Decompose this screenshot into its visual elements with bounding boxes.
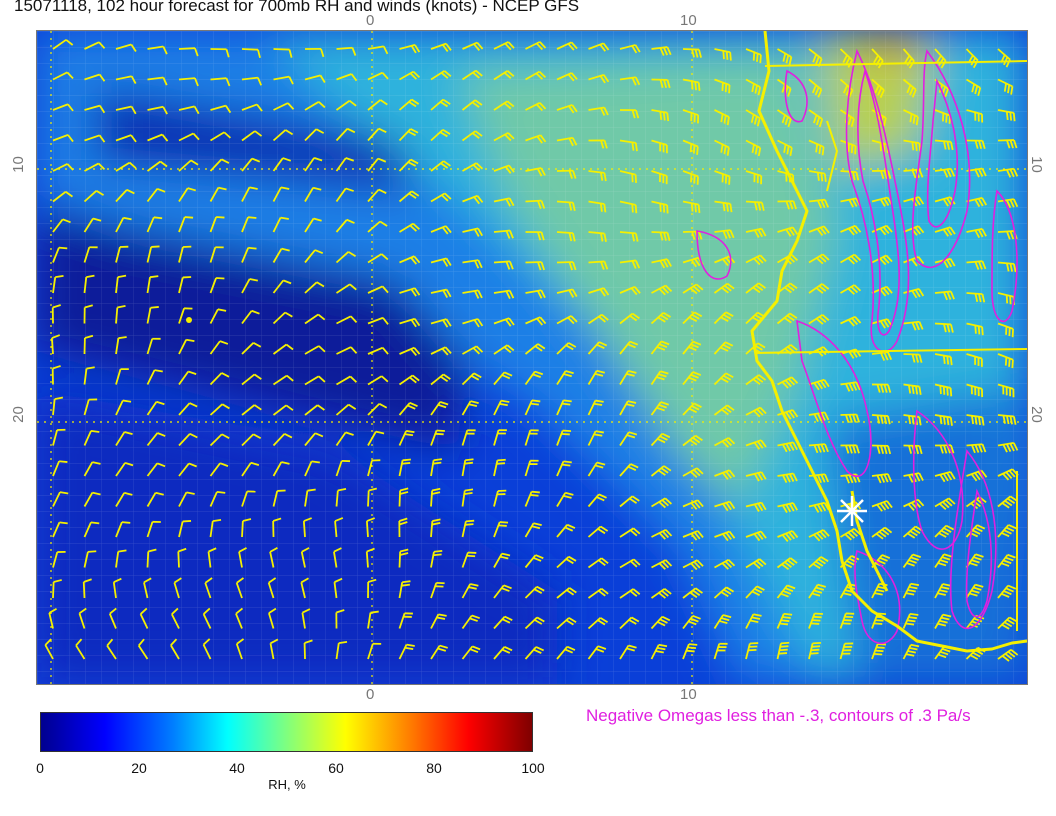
top-tick-0: 0 <box>366 12 375 29</box>
left-tick-20: 20 <box>9 406 27 423</box>
right-tick-10: 10 <box>1027 156 1045 173</box>
bottom-tick-10: 10 <box>680 686 697 703</box>
colorbar-label-100: 100 <box>521 760 545 776</box>
colorbar-unit: RH, % <box>268 777 306 792</box>
left-tick-10: 10 <box>9 156 27 173</box>
top-tick-10: 10 <box>680 12 697 29</box>
colorbar-label-20: 20 <box>131 760 147 776</box>
colorbar-label-60: 60 <box>328 760 344 776</box>
omega-legend-note: Negative Omegas less than -.3, contours … <box>586 706 971 725</box>
star-marker-icon <box>837 496 867 526</box>
colorbar-label-40: 40 <box>229 760 245 776</box>
colorbar-label-0: 0 <box>36 760 44 776</box>
map-panel <box>36 30 1028 685</box>
bottom-tick-0: 0 <box>366 686 375 703</box>
rh-colorbar <box>40 712 533 752</box>
colorbar-label-80: 80 <box>426 760 442 776</box>
calm-point <box>186 317 192 323</box>
map-title: 15071118, 102 hour forecast for 700mb RH… <box>14 0 580 15</box>
right-tick-20: 20 <box>1027 406 1045 423</box>
rh-wind-map <box>37 31 1027 684</box>
